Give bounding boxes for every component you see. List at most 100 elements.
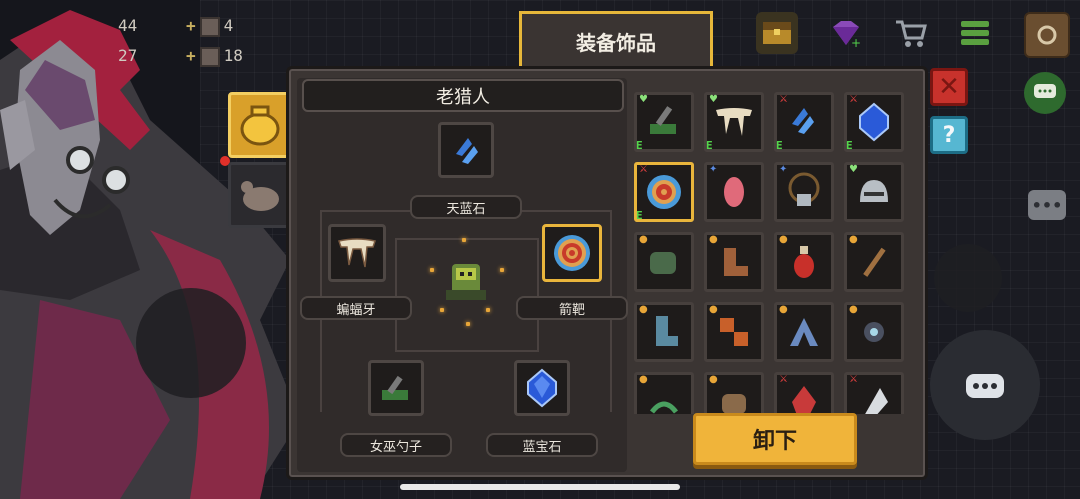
sparkle-dot <box>466 322 470 326</box>
page-title: 装备饰品 <box>519 11 713 69</box>
inventory-cell[interactable]: ♥ E <box>634 92 694 152</box>
equip-slot-bottom-left[interactable] <box>368 360 424 416</box>
sparkle-dot <box>440 308 444 312</box>
equipped-badge: E <box>776 139 783 152</box>
skill-button[interactable] <box>934 244 1002 312</box>
target-icon <box>554 235 590 271</box>
inventory-cell[interactable]: ● <box>634 232 694 292</box>
help-button[interactable]: ? <box>930 116 968 154</box>
equip-slot-left-label: 蝙蝠牙 <box>300 296 412 320</box>
lock-tag-icon: ● <box>639 374 648 385</box>
material-icon <box>199 46 220 67</box>
inventory-grid[interactable]: ♥ E ♥ E ⚔ E ⚔ E ⚔ E ✦ ✦ ♥ ● ● ● ● ● ● ● ● ● ● ⚔ ⚔ <box>630 86 912 414</box>
sword-tag-icon: ⚔ <box>849 374 858 385</box>
spiked-helmet-icon <box>860 180 888 202</box>
hud-stat-1: 44 <box>118 16 137 35</box>
stat-4-value: 18 <box>223 46 243 65</box>
chat-bubble-icon[interactable] <box>1024 72 1066 114</box>
inventory-cell[interactable]: ● <box>844 302 904 362</box>
equip-slot-top-label: 天蓝石 <box>410 195 522 219</box>
inventory-cell[interactable]: ● <box>634 302 694 362</box>
heart-tag-icon: ♥ <box>849 164 858 175</box>
equipped-badge: E <box>846 139 853 152</box>
heart-tag-icon: ♥ <box>709 94 718 105</box>
equip-slot-left[interactable] <box>328 224 386 282</box>
wooden-staff-icon <box>863 247 886 277</box>
equip-slot-top[interactable] <box>438 122 494 178</box>
svg-text:+: + <box>851 36 861 47</box>
azure-stone-icon <box>456 138 478 164</box>
pet-category-tab[interactable] <box>228 162 292 228</box>
menu-list-icon[interactable] <box>954 12 996 54</box>
shopping-cart-icon[interactable] <box>890 12 932 54</box>
attack-button[interactable] <box>930 330 1040 440</box>
inventory-cell[interactable]: ● <box>704 232 764 292</box>
inventory-cell[interactable]: ● <box>634 372 694 414</box>
potion-icon <box>794 246 814 278</box>
sparkle-dot <box>462 238 466 242</box>
inventory-cell[interactable]: ⚔ <box>844 372 904 414</box>
sword-tag-icon: ⚔ <box>849 94 858 105</box>
inventory-cell[interactable]: ⚔ E <box>774 92 834 152</box>
fire-cubes-icon <box>720 318 748 346</box>
equip-slot-bottom-left-label: 女巫勺子 <box>340 433 452 457</box>
stat-1-value: 44 <box>118 16 138 35</box>
inventory-cell[interactable]: ⚔ <box>774 372 834 414</box>
accessory-category-tab[interactable] <box>228 92 292 158</box>
stat-3-value: 4 <box>223 16 234 35</box>
gold-pot-icon <box>240 105 280 146</box>
sword-tag-icon: ⚔ <box>779 374 788 385</box>
inventory-cell[interactable]: ● <box>704 372 764 414</box>
lock-tag-icon: ● <box>709 234 718 245</box>
equipped-badge: E <box>636 209 643 222</box>
gear-shard-icon <box>864 322 884 342</box>
witch-spoon-icon <box>382 375 408 400</box>
unequip-button[interactable]: 卸下 <box>693 413 857 465</box>
character-name: 老猎人 <box>302 79 624 112</box>
equip-slot-right-label: 箭靶 <box>516 296 628 320</box>
sapphire-icon <box>527 368 557 408</box>
home-indicator <box>400 484 680 490</box>
old-hunter-figure-icon <box>446 264 486 300</box>
equip-slot-bottom-right[interactable] <box>514 360 570 416</box>
red-crystal-icon <box>792 386 816 414</box>
hud-stat-2: 27 <box>118 46 137 65</box>
stat-2-value: 27 <box>118 46 138 65</box>
close-icon[interactable]: ✕ <box>930 68 968 106</box>
settings-book-icon[interactable] <box>1024 12 1070 58</box>
lock-tag-icon: ● <box>709 374 718 385</box>
lock-tag-icon: ● <box>849 304 858 315</box>
lock-tag-icon: ● <box>639 304 648 315</box>
equipped-badge: E <box>706 139 713 152</box>
skull-necklace-icon <box>788 172 820 206</box>
inventory-cell[interactable]: ● <box>704 302 764 362</box>
emote-chat-icon[interactable]: ••• <box>1028 190 1066 220</box>
azure-stone-icon <box>792 108 814 134</box>
equipped-badge: E <box>636 139 643 152</box>
inventory-cell[interactable]: ● <box>774 232 834 292</box>
inventory-cell[interactable]: ● <box>774 302 834 362</box>
inventory-cell[interactable]: ♥ <box>844 162 904 222</box>
lock-tag-icon: ● <box>779 304 788 315</box>
bat-fang-icon <box>716 108 752 136</box>
leather-boot-icon <box>724 248 748 276</box>
plus-icon: + <box>186 16 196 35</box>
inventory-cell[interactable]: ● <box>844 232 904 292</box>
inventory-cell[interactable]: ⚔ E <box>844 92 904 152</box>
equip-slot-right[interactable] <box>542 224 602 282</box>
leather-glove-icon <box>722 394 746 414</box>
gem-shop-icon[interactable]: + <box>824 12 866 54</box>
move-joystick[interactable] <box>136 288 246 398</box>
blue-boot-icon <box>656 316 678 346</box>
inventory-cell[interactable]: ✦ <box>774 162 834 222</box>
inventory-cell[interactable]: ♥ E <box>704 92 764 152</box>
equip-slot-bottom-right-label: 蓝宝石 <box>486 433 598 457</box>
inventory-cell[interactable]: ⚔ E <box>634 162 694 222</box>
treasure-chest-icon[interactable] <box>756 12 798 54</box>
green-claw-icon <box>650 252 676 274</box>
material-icon <box>199 16 220 37</box>
vampire-character-portrait <box>0 10 300 499</box>
sword-tag-icon: ⚔ <box>779 94 788 105</box>
inventory-cell[interactable]: ✦ <box>704 162 764 222</box>
lock-tag-icon: ● <box>849 234 858 245</box>
